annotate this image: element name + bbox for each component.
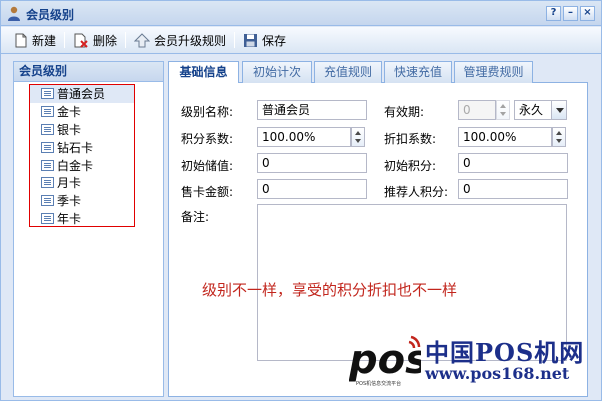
tree-item-yearly-card[interactable]: 年卡: [30, 210, 134, 228]
tree-item-regular-member[interactable]: 普通会员: [30, 85, 134, 103]
pos-logo-icon: pos: [349, 335, 421, 383]
minimize-button[interactable]: –: [563, 6, 578, 21]
validity-unit-dropdown-trigger[interactable]: [551, 100, 567, 120]
validity-label: 有效期:: [384, 105, 425, 119]
tree-item-label: 季卡: [57, 194, 82, 209]
close-button[interactable]: ×: [580, 6, 595, 21]
tree-item-label: 金卡: [57, 105, 82, 120]
user-icon: [8, 6, 20, 21]
watermark-title: 中国POS机网: [425, 338, 585, 367]
points-ratio-label: 积分系数:: [181, 132, 234, 146]
discount-ratio-input[interactable]: 100.00%: [458, 127, 552, 147]
toolbar-separator: [125, 32, 127, 48]
level-name-label: 级别名称:: [181, 105, 234, 119]
tree-item-label: 年卡: [57, 211, 82, 226]
watermark-caption: POS机信息交流平台: [356, 381, 402, 387]
level-list-panel: 会员级别 普通会员 金卡 银卡 钻石卡 白金卡 月卡 季卡 年卡: [13, 61, 164, 397]
watermark-url: www.pos168.net: [425, 364, 570, 383]
new-document-icon: [15, 33, 27, 47]
toolbar-separator: [234, 32, 236, 48]
leaf-node-icon: [41, 106, 54, 118]
tree-item-label: 钻石卡: [57, 140, 94, 155]
leaf-node-icon: [41, 159, 54, 171]
save-button[interactable]: 保存: [238, 29, 291, 51]
tree-item-label: 白金卡: [57, 158, 94, 173]
save-disk-icon: [244, 33, 258, 47]
upgrade-rules-label: 会员升级规则: [154, 33, 227, 48]
initial-balance-input[interactable]: 0: [257, 153, 367, 173]
help-button[interactable]: ?: [546, 6, 561, 21]
level-tree: 普通会员 金卡 银卡 钻石卡 白金卡 月卡 季卡 年卡: [29, 84, 135, 227]
window-title: 会员级别: [26, 8, 75, 22]
annotation-text: 级别不一样，享受的积分折扣也不一样: [202, 281, 458, 299]
tree-item-monthly-card[interactable]: 月卡: [30, 174, 134, 192]
discount-ratio-label: 折扣系数:: [384, 132, 437, 146]
save-button-label: 保存: [262, 33, 287, 48]
tab-management-fee-rules[interactable]: 管理费规则: [454, 61, 533, 83]
leaf-node-icon: [41, 177, 54, 189]
level-list-header: 会员级别: [14, 62, 163, 82]
initial-points-input[interactable]: 0: [458, 153, 568, 173]
remarks-label: 备注:: [181, 210, 210, 224]
initial-balance-label: 初始储值:: [181, 159, 234, 173]
upgrade-rules-button[interactable]: 会员升级规则: [129, 29, 231, 51]
window-tools: ? – ×: [546, 6, 595, 21]
leaf-node-icon: [41, 212, 54, 224]
tab-quick-recharge[interactable]: 快速充值: [384, 61, 452, 83]
points-ratio-spinner[interactable]: [351, 127, 365, 147]
leaf-node-icon: [41, 195, 54, 207]
tree-item-silver-card[interactable]: 银卡: [30, 121, 134, 139]
level-name-input[interactable]: 普通会员: [257, 100, 367, 120]
card-price-input[interactable]: 0: [257, 179, 367, 199]
discount-ratio-spinner[interactable]: [552, 127, 566, 147]
new-button[interactable]: 新建: [9, 29, 61, 51]
title-bar: 会员级别 ? – ×: [1, 1, 601, 26]
member-level-window: 会员级别 ? – × 新建 删除 会员升级规则 保存 会员级别 普通会员 金卡 …: [0, 0, 602, 401]
toolbar: 新建 删除 会员升级规则 保存: [1, 27, 601, 54]
referrer-points-input[interactable]: 0: [458, 179, 568, 199]
leaf-node-icon: [41, 141, 54, 153]
logo-text: pos: [349, 337, 421, 383]
tree-item-quarterly-card[interactable]: 季卡: [30, 192, 134, 210]
validity-unit-select[interactable]: 永久: [514, 100, 552, 120]
points-ratio-input[interactable]: 100.00%: [257, 127, 351, 147]
card-price-label: 售卡金额:: [181, 185, 234, 199]
new-button-label: 新建: [32, 33, 57, 48]
toolbar-separator: [64, 32, 66, 48]
leaf-node-icon: [41, 123, 54, 135]
referrer-points-label: 推荐人积分:: [384, 185, 449, 199]
tree-item-label: 银卡: [57, 122, 82, 137]
tab-initial-counts[interactable]: 初始计次: [242, 61, 312, 83]
tree-item-label: 月卡: [57, 176, 82, 191]
tab-strip: 基础信息 初始计次 充值规则 快速充值 管理费规则: [168, 61, 588, 84]
delete-button-label: 删除: [93, 33, 118, 48]
tab-basic-info[interactable]: 基础信息: [168, 61, 239, 84]
tree-item-gold-card[interactable]: 金卡: [30, 103, 134, 121]
validity-spinner[interactable]: [496, 100, 510, 120]
leaf-node-icon: [41, 88, 54, 100]
tree-item-diamond-card[interactable]: 钻石卡: [30, 138, 134, 156]
tree-item-label: 普通会员: [57, 87, 106, 102]
delete-document-icon: [74, 33, 88, 48]
upgrade-arrow-icon: [134, 32, 151, 47]
tree-item-platinum-card[interactable]: 白金卡: [30, 156, 134, 174]
tab-recharge-rules[interactable]: 充值规则: [314, 61, 382, 83]
initial-points-label: 初始积分:: [384, 159, 437, 173]
validity-input[interactable]: 0: [458, 100, 496, 120]
delete-button[interactable]: 删除: [68, 29, 122, 51]
